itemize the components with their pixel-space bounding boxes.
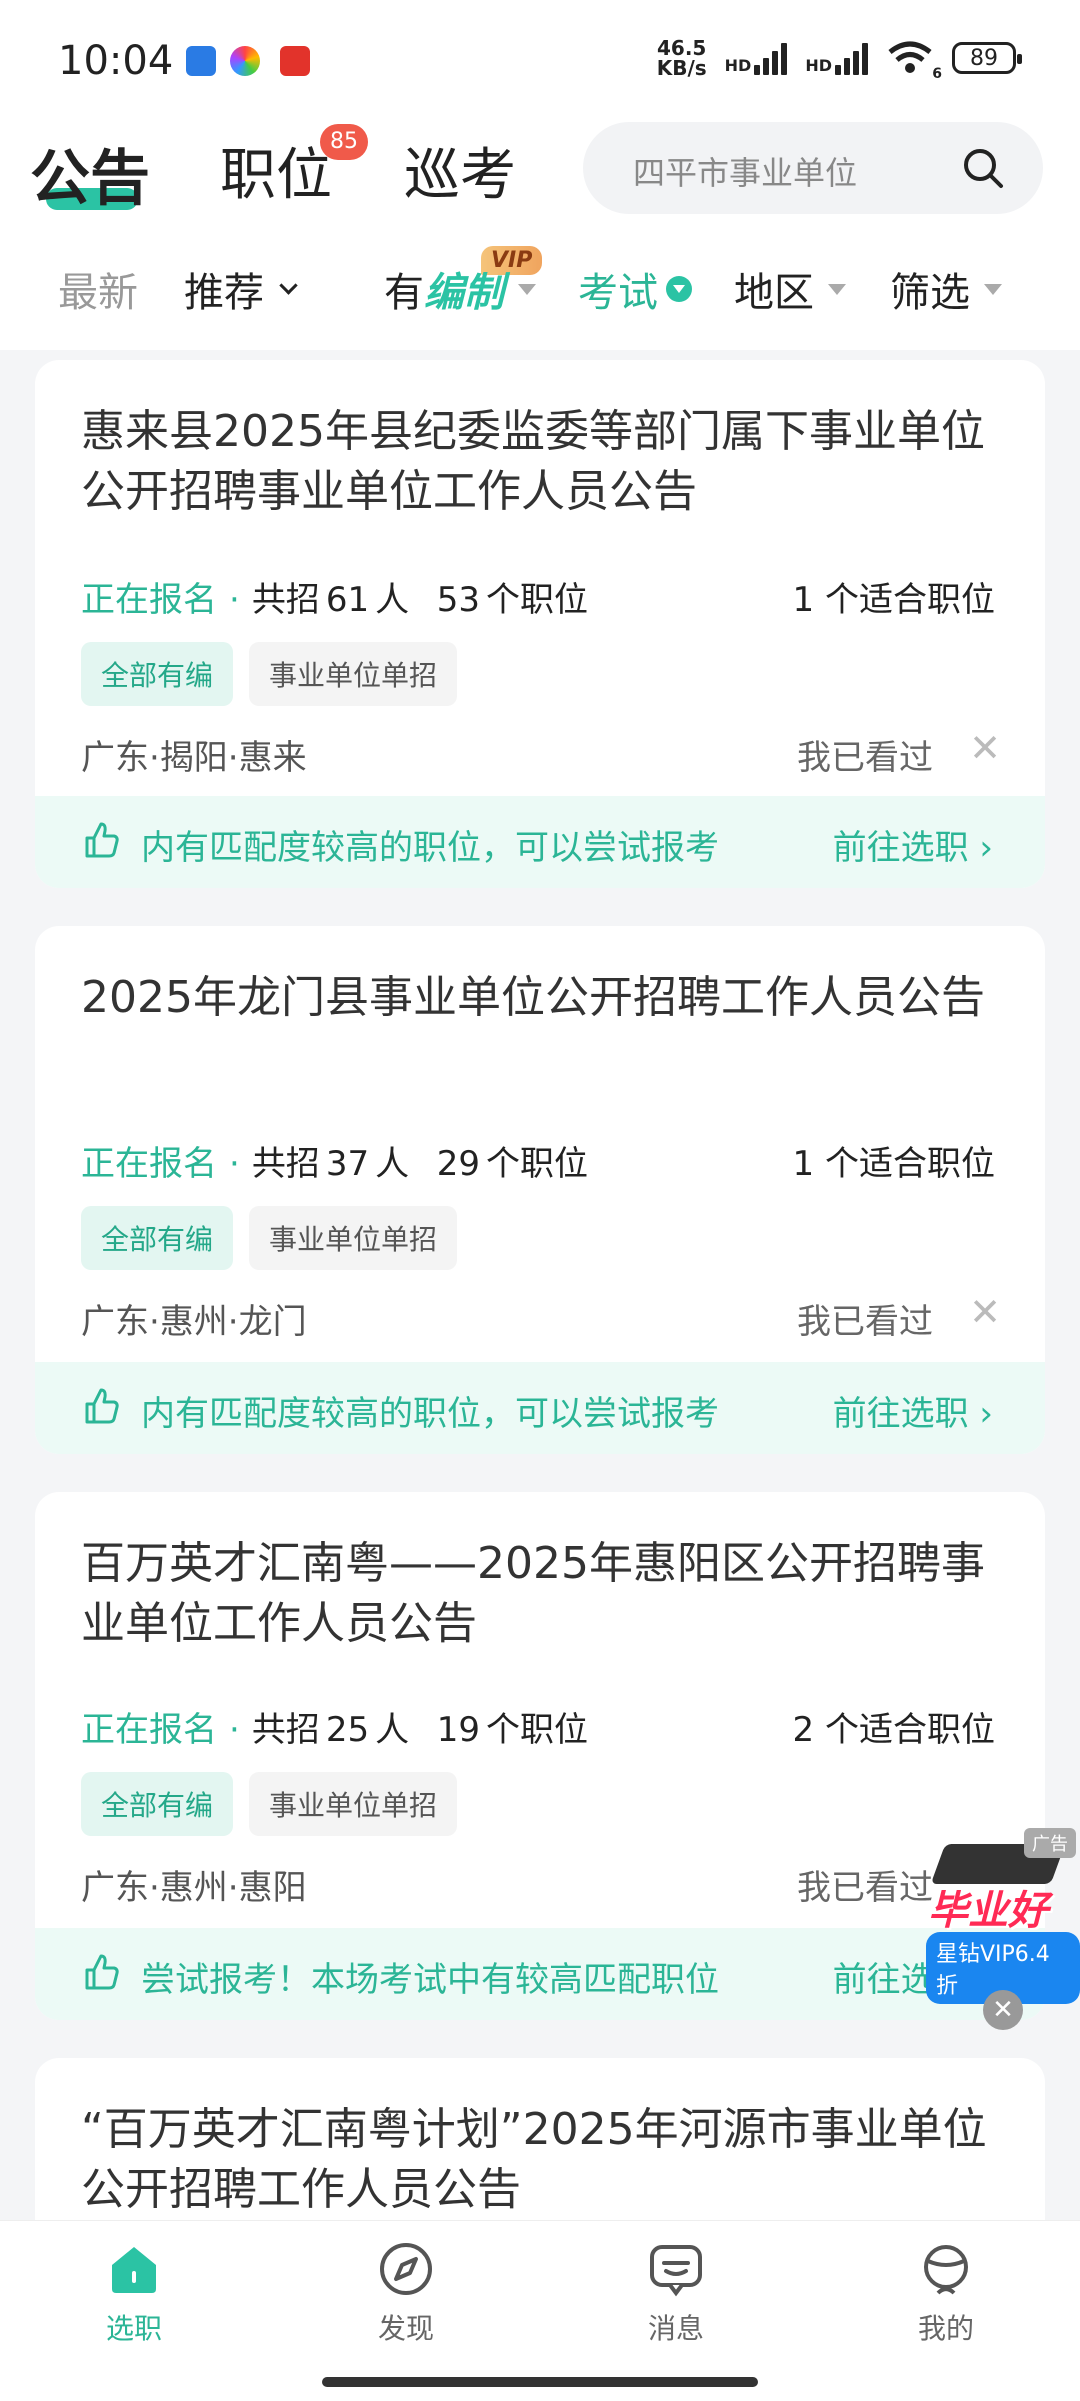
signal-icon: HD xyxy=(805,41,868,75)
header: 公告 职位 85 巡考 四平市事业单位 最新 推荐 VIP 有编制 考试 地区 … xyxy=(0,110,1080,350)
matched-positions: 1 个适合职位 xyxy=(792,580,995,620)
filter-recommend-label: 推荐 xyxy=(184,270,264,316)
floating-ad[interactable]: 广告 毕业好礼 星钻VIP6.4折 xyxy=(918,1828,1080,2004)
nav-mine[interactable]: 我的 xyxy=(866,2239,1026,2347)
close-icon[interactable]: ✕ xyxy=(969,1290,1001,1334)
match-banner[interactable]: 内有匹配度较高的职位，可以尝试报考 前往选职 › xyxy=(35,796,1045,888)
home-icon xyxy=(112,2247,156,2293)
signal-icon: HD xyxy=(725,41,788,75)
search-placeholder: 四平市事业单位 xyxy=(633,154,858,192)
message-icon xyxy=(650,2245,702,2297)
filter-bar: 最新 推荐 VIP 有编制 考试 地区 筛选 xyxy=(0,246,1080,320)
nav-select-label: 选职 xyxy=(105,2312,162,2345)
status-bar: 10:04 46.5 KB/s HD HD 6 89 xyxy=(0,0,1080,110)
seen-label: 我已看过 xyxy=(797,1868,933,1908)
filter-staffing[interactable]: 有编制 xyxy=(384,260,536,318)
search-bar[interactable]: 四平市事业单位 xyxy=(583,122,1043,214)
card-tags: 全部有编 事业单位单招 xyxy=(81,642,458,706)
thumbs-up-icon xyxy=(81,1386,121,1430)
card-location: 广东·惠州·龙门 xyxy=(81,1302,307,1342)
banner-text: 内有匹配度较高的职位，可以尝试报考 xyxy=(141,1394,719,1434)
tab-announcement[interactable]: 公告 xyxy=(30,130,150,217)
card-tags: 全部有编 事业单位单招 xyxy=(81,1206,458,1270)
tag-staffed: 全部有编 xyxy=(81,1206,234,1270)
match-banner[interactable]: 尝试报考！本场考试中有较高匹配职位 前往选职 › xyxy=(35,1928,1045,2020)
tab-patrol[interactable]: 巡考 xyxy=(404,130,516,211)
card-location: 广东·揭阳·惠来 xyxy=(81,738,307,778)
go-select-link[interactable]: 前往选职 › xyxy=(833,1386,993,1435)
filter-staffing-highlight: 编制 xyxy=(424,270,504,316)
bottom-nav: 选职 发现 消息 我的 xyxy=(0,2220,1080,2401)
search-icon[interactable] xyxy=(959,144,1007,196)
filter-screen[interactable]: 筛选 xyxy=(890,260,1002,318)
wifi-icon: 6 xyxy=(886,40,942,82)
caret-down-icon xyxy=(984,283,1002,295)
filter-region[interactable]: 地区 xyxy=(734,260,846,318)
nav-mine-label: 我的 xyxy=(917,2312,974,2345)
profile-icon xyxy=(924,2245,968,2295)
nav-discover-label: 发现 xyxy=(377,2312,434,2345)
filter-screen-label: 筛选 xyxy=(890,270,970,316)
dropdown-dot-icon xyxy=(666,276,692,302)
seen-label: 我已看过 xyxy=(797,738,933,778)
filter-exam[interactable]: 考试 xyxy=(578,260,692,318)
tag-staffed: 全部有编 xyxy=(81,642,234,706)
tag-single-recruit: 事业单位单招 xyxy=(249,642,458,706)
card-stats: 正在报名 · 共招 37 人 29 个职位 xyxy=(81,1144,588,1184)
tag-staffed: 全部有编 xyxy=(81,1772,234,1836)
card-title[interactable]: 百万英才汇南粤——2025年惠阳区公开招聘事业单位工作人员公告 xyxy=(81,1534,1001,1654)
position-count-badge: 85 xyxy=(320,124,368,160)
filter-region-label: 地区 xyxy=(734,270,814,316)
filter-recommend[interactable]: 推荐 xyxy=(184,260,298,318)
card-stats: 正在报名 · 共招 25 人 19 个职位 xyxy=(81,1710,588,1750)
announcement-card[interactable]: 百万英才汇南粤——2025年惠阳区公开招聘事业单位工作人员公告 正在报名 · 共招 2… xyxy=(35,1492,1045,2020)
filter-latest[interactable]: 最新 xyxy=(58,260,138,318)
chevron-down-icon xyxy=(279,275,298,295)
nav-messages-label: 消息 xyxy=(647,2312,704,2345)
close-icon[interactable]: ✕ xyxy=(969,726,1001,770)
caret-down-icon xyxy=(828,283,846,295)
home-indicator[interactable] xyxy=(322,2377,758,2387)
announcement-card[interactable]: “百万英才汇南粤计划”2025年河源市事业单位公开招聘工作人员公告 xyxy=(35,2058,1045,2220)
card-location: 广东·惠州·惠阳 xyxy=(81,1868,307,1908)
tag-single-recruit: 事业单位单招 xyxy=(249,1206,458,1270)
app-notification-icon xyxy=(230,46,260,76)
card-title[interactable]: 2025年龙门县事业单位公开招聘工作人员公告 xyxy=(81,968,1001,1028)
seen-label: 我已看过 xyxy=(797,1302,933,1342)
match-banner[interactable]: 内有匹配度较高的职位，可以尝试报考 前往选职 › xyxy=(35,1362,1045,1454)
matched-positions: 1 个适合职位 xyxy=(792,1144,995,1184)
network-speed: 46.5 KB/s xyxy=(656,36,707,80)
filter-exam-label: 考试 xyxy=(578,270,658,316)
ad-label: 广告 xyxy=(1024,1828,1076,1858)
announcement-card[interactable]: 惠来县2025年县纪委监委等部门属下事业单位公开招聘事业单位工作人员公告 正在报… xyxy=(35,360,1045,888)
status-time: 10:04 xyxy=(58,38,174,84)
battery-icon: 89 xyxy=(952,42,1022,74)
nav-messages[interactable]: 消息 xyxy=(596,2239,756,2347)
card-tags: 全部有编 事业单位单招 xyxy=(81,1772,458,1836)
banner-text: 尝试报考！本场考试中有较高匹配职位 xyxy=(141,1960,719,2000)
ad-close-icon[interactable]: ✕ xyxy=(983,1990,1023,2030)
go-select-link[interactable]: 前往选职 › xyxy=(833,820,993,869)
matched-positions: 2 个适合职位 xyxy=(792,1710,995,1750)
tag-single-recruit: 事业单位单招 xyxy=(249,1772,458,1836)
filter-staffing-prefix: 有 xyxy=(384,270,424,316)
card-title[interactable]: “百万英才汇南粤计划”2025年河源市事业单位公开招聘工作人员公告 xyxy=(81,2100,1001,2220)
app-notification-icon xyxy=(280,46,310,76)
thumbs-up-icon xyxy=(81,1952,121,1996)
nav-discover[interactable]: 发现 xyxy=(326,2239,486,2347)
app-notification-icon xyxy=(186,46,216,76)
thumbs-up-icon xyxy=(81,820,121,864)
card-title[interactable]: 惠来县2025年县纪委监委等部门属下事业单位公开招聘事业单位工作人员公告 xyxy=(81,402,1001,522)
nav-select[interactable]: 选职 xyxy=(54,2239,214,2347)
announcement-card[interactable]: 2025年龙门县事业单位公开招聘工作人员公告 正在报名 · 共招 37 人 29 个职位 … xyxy=(35,926,1045,1454)
card-stats: 正在报名 · 共招 61 人 53 个职位 xyxy=(81,580,588,620)
compass-icon xyxy=(380,2243,432,2295)
banner-text: 内有匹配度较高的职位，可以尝试报考 xyxy=(141,828,719,868)
caret-down-icon xyxy=(518,283,536,295)
tab-position[interactable]: 职位 xyxy=(220,130,332,211)
